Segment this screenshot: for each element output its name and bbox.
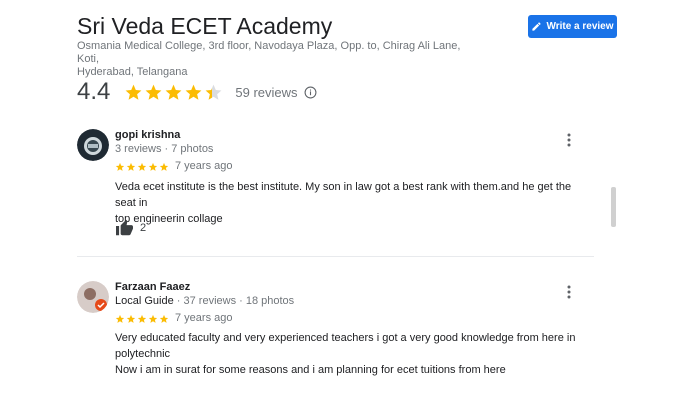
- star-icon: [185, 84, 202, 100]
- star-icon: [148, 162, 158, 171]
- more-options-icon[interactable]: [562, 132, 576, 148]
- star-icon: [159, 162, 169, 171]
- star-icon: [126, 162, 136, 171]
- star-icon: [159, 314, 169, 323]
- thumbs-up-icon: [116, 219, 133, 236]
- avatar[interactable]: [77, 129, 109, 161]
- reviewer-meta: Local Guide · 37 reviews · 18 photos: [115, 295, 294, 307]
- star-icon: [205, 84, 222, 100]
- star-icon: [137, 314, 147, 323]
- star-icon: [145, 84, 162, 100]
- scrollbar-thumb[interactable]: [611, 187, 616, 227]
- write-review-label: Write a review: [546, 21, 614, 32]
- star-icon: [115, 314, 125, 323]
- review-text: Veda ecet institute is the best institut…: [115, 179, 585, 227]
- review-stars: [115, 162, 169, 172]
- reviews-count-link[interactable]: 59 reviews: [235, 85, 297, 100]
- average-rating: 4.4: [77, 78, 111, 105]
- star-icon: [125, 84, 142, 100]
- review-text-line: top engineerin collage: [115, 213, 223, 225]
- pencil-icon: [532, 22, 542, 31]
- place-title: Sri Veda ECET Academy: [77, 13, 333, 39]
- local-guide-badge: Local Guide: [115, 295, 174, 307]
- avatar[interactable]: [77, 281, 109, 313]
- place-address: Osmania Medical College, 3rd floor, Navo…: [77, 40, 467, 79]
- like-button[interactable]: 2: [115, 219, 146, 236]
- address-line-1: Osmania Medical College, 3rd floor, Navo…: [77, 40, 461, 65]
- reviewer-meta: 3 reviews · 7 photos: [115, 143, 214, 155]
- star-icon: [115, 162, 125, 171]
- more-options-icon[interactable]: [562, 284, 576, 300]
- like-count: 2: [140, 221, 147, 234]
- write-review-button[interactable]: Write a review: [528, 15, 617, 38]
- rating-summary: 4.4 59 reviews: [77, 78, 317, 106]
- review-text-line: Veda ecet institute is the best institut…: [115, 181, 572, 209]
- star-icon: [148, 314, 158, 323]
- reviewer-name[interactable]: Farzaan Faaez: [115, 281, 190, 293]
- review-time: 7 years ago: [175, 312, 233, 324]
- review-text-line: Very educated faculty and very experienc…: [115, 332, 576, 344]
- review-stars: [115, 314, 169, 324]
- review-text: Very educated faculty and very experienc…: [115, 330, 585, 378]
- star-icon: [165, 84, 182, 100]
- star-icon: [126, 314, 136, 323]
- star-icon: [137, 162, 147, 171]
- review-text-line: polytechnic: [115, 348, 171, 360]
- rating-stars: [124, 83, 223, 102]
- info-icon[interactable]: [304, 86, 317, 99]
- review-time: 7 years ago: [175, 160, 233, 172]
- review-text-line: Now i am in surat for some reasons and i…: [115, 364, 506, 376]
- reviewer-name[interactable]: gopi krishna: [115, 129, 180, 141]
- reviewer-stats: · 37 reviews · 18 photos: [173, 295, 295, 307]
- review-divider: [77, 256, 594, 257]
